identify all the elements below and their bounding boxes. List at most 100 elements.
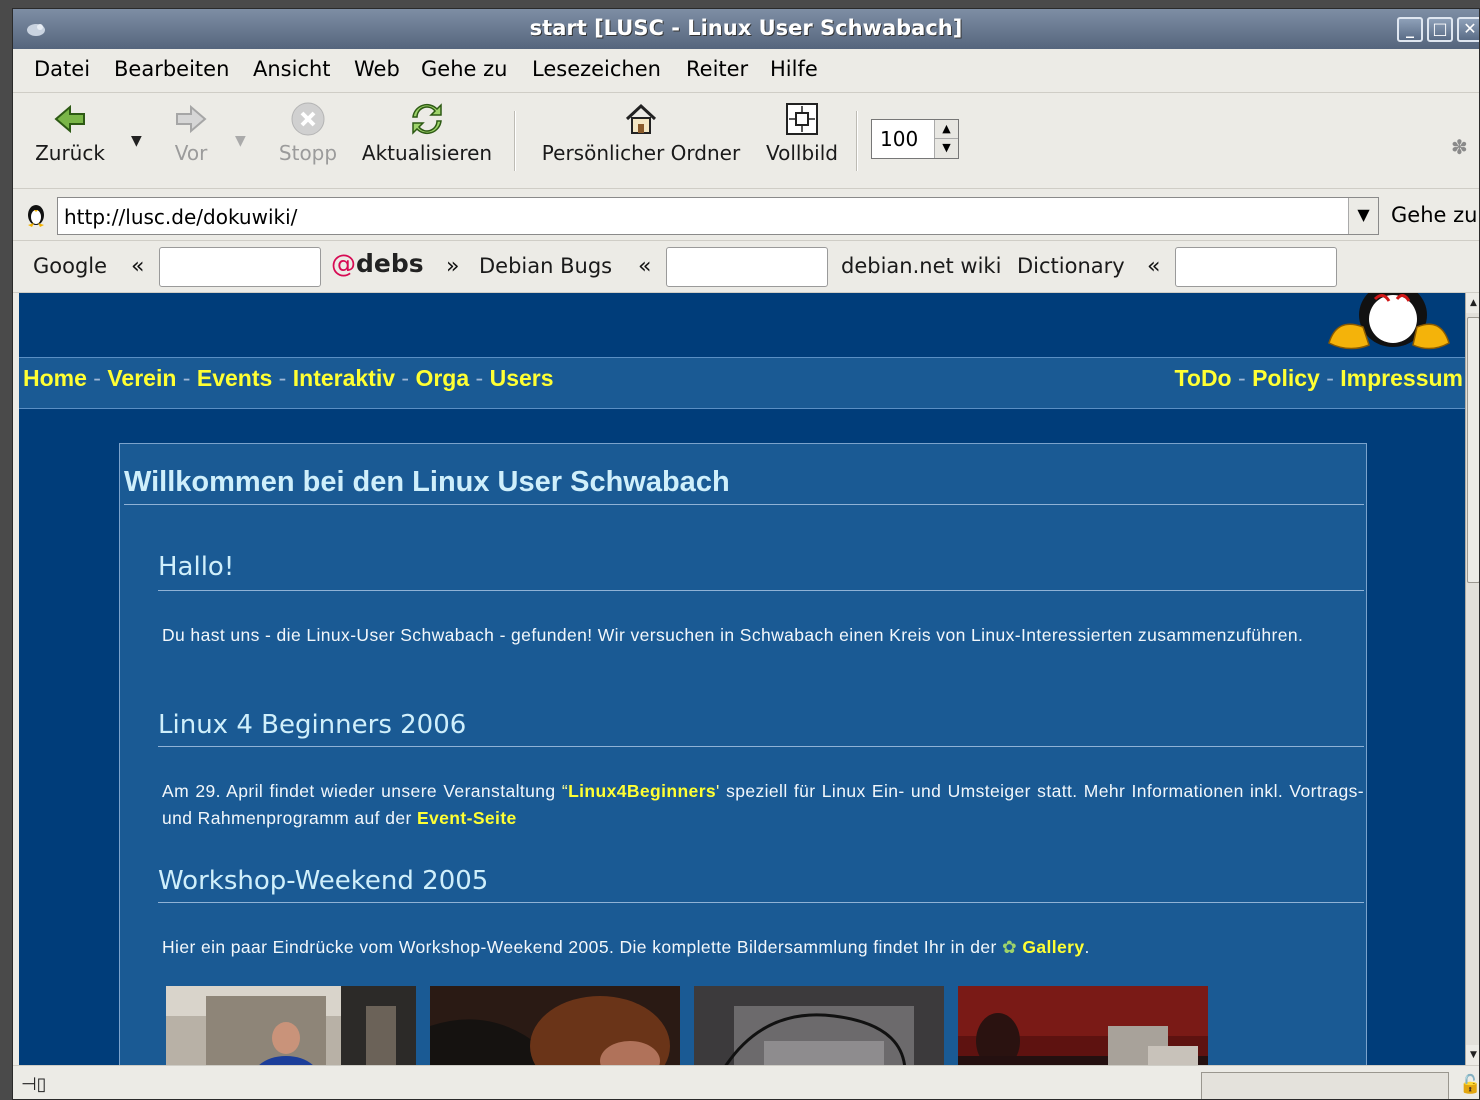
menu-web[interactable]: Web <box>354 57 400 81</box>
nav-separator: - <box>469 365 490 391</box>
url-history-chevron-icon[interactable]: ▼ <box>1348 198 1378 234</box>
event-seite-link[interactable]: Event-Seite <box>417 808 517 828</box>
section-heading-workshop: Workshop-Weekend 2005 <box>158 866 489 896</box>
smart-bookmarks-bar: Google « @debs » Debian Bugs « debian.ne… <box>13 241 1479 293</box>
status-bar: ⊣▯ 🔓 <box>13 1065 1479 1099</box>
scrollbar-thumb[interactable] <box>1467 317 1479 583</box>
section-text-workshop: Hier ein paar Eindrücke vom Workshop-Wee… <box>162 934 1364 961</box>
security-lock-icon[interactable]: 🔓 <box>1459 1074 1479 1095</box>
title-rule <box>124 504 1364 505</box>
menu-gehe-zu[interactable]: Gehe zu <box>421 57 507 81</box>
title-bar[interactable]: start [LUSC - Linux User Schwabach] _ □ … <box>13 9 1479 49</box>
close-button[interactable]: ✕ <box>1457 17 1479 42</box>
zoom-value[interactable]: 100 <box>880 127 918 151</box>
zoom-up-icon[interactable]: ▲ <box>935 120 958 139</box>
menu-bearbeiten[interactable]: Bearbeiten <box>114 57 229 81</box>
fullscreen-button[interactable]: Vollbild <box>761 101 843 165</box>
nav-link-impressum[interactable]: Impressum <box>1340 365 1463 391</box>
debs-close-chevron: » <box>446 254 460 279</box>
menu-ansicht[interactable]: Ansicht <box>253 57 331 81</box>
reload-button[interactable]: Aktualisieren <box>357 101 497 165</box>
maximize-button[interactable]: □ <box>1427 17 1453 42</box>
forward-arrow-icon <box>176 104 207 134</box>
debs-label: debs <box>356 249 424 278</box>
workshop-photo-image <box>694 986 944 1065</box>
menu-datei[interactable]: Datei <box>34 57 90 81</box>
back-history-chevron-icon[interactable]: ▼ <box>131 133 142 149</box>
section-heading-hallo: Hallo! <box>158 552 235 582</box>
zoom-down-icon[interactable]: ▼ <box>935 139 958 158</box>
url-input[interactable]: http://lusc.de/dokuwiki/ ▼ <box>57 197 1379 235</box>
nav-link-events[interactable]: Events <box>197 365 272 391</box>
nav-link-verein[interactable]: Verein <box>107 365 176 391</box>
toolbar-separator <box>856 111 858 171</box>
stop-button[interactable]: Stopp <box>275 101 341 165</box>
text-fragment: Hier ein paar Eindrücke vom Workshop-Wee… <box>162 937 1003 957</box>
back-label: Zurück <box>35 141 105 165</box>
url-text[interactable]: http://lusc.de/dokuwiki/ <box>64 205 297 229</box>
nav-link-interaktiv[interactable]: Interaktiv <box>293 365 395 391</box>
menu-hilfe[interactable]: Hilfe <box>770 57 818 81</box>
vertical-scrollbar[interactable]: ▲ ▼ <box>1465 293 1479 1065</box>
browser-window: start [LUSC - Linux User Schwabach] _ □ … <box>12 8 1480 1100</box>
forward-history-chevron-icon[interactable]: ▼ <box>235 133 246 149</box>
debian-bugs-search-input[interactable] <box>666 247 828 287</box>
page-title: Willkommen bei den Linux User Schwabach <box>124 466 730 498</box>
workshop-photo[interactable] <box>694 986 944 1065</box>
nav-separator: - <box>272 365 293 391</box>
dictionary-label: Dictionary <box>1017 254 1125 278</box>
nav-link-orga[interactable]: Orga <box>415 365 469 391</box>
offline-status-icon[interactable]: ⊣▯ <box>21 1074 47 1095</box>
text-fragment: Am 29. April findet wieder unsere Verans… <box>162 781 562 801</box>
workshop-photo[interactable] <box>958 986 1208 1065</box>
nav-separator: - <box>86 365 108 391</box>
site-header <box>19 293 1465 357</box>
google-search-input[interactable] <box>159 247 321 287</box>
menu-reiter[interactable]: Reiter <box>686 57 748 81</box>
zoom-spinbox[interactable]: 100 ▲ ▼ <box>871 119 959 159</box>
home-button[interactable]: Persönlicher Ordner <box>533 101 749 165</box>
text-fragment: . <box>1084 937 1090 957</box>
reload-label: Aktualisieren <box>361 141 493 165</box>
google-label: Google <box>33 254 108 278</box>
location-bar: http://lusc.de/dokuwiki/ ▼ Gehe zu <box>13 189 1479 241</box>
gallery-link-icon: ✿ <box>1002 937 1023 957</box>
home-label: Persönlicher Ordner <box>541 141 741 165</box>
web-content[interactable]: Home - Verein - Events - Interaktiv - Or… <box>19 293 1465 1065</box>
gallery-link[interactable]: Gallery <box>1022 937 1084 957</box>
dictionary-search-input[interactable] <box>1175 247 1337 287</box>
throbber-icon: ✽ <box>1451 135 1468 159</box>
lusc-penguin-logo <box>1328 293 1450 350</box>
nav-link-policy[interactable]: Policy <box>1252 365 1320 391</box>
nav-separator: - <box>1319 365 1341 391</box>
menu-lesezeichen[interactable]: Lesezeichen <box>532 57 661 81</box>
zoom-stepper[interactable]: ▲ ▼ <box>934 120 958 158</box>
window-title: start [LUSC - Linux User Schwabach] <box>529 16 963 40</box>
reload-icon <box>412 103 442 135</box>
section-heading-linux4beginners: Linux 4 Beginners 2006 <box>158 710 467 740</box>
go-button[interactable]: Gehe zu <box>1391 203 1477 227</box>
workshop-photo[interactable] <box>166 986 416 1065</box>
debs-logo: @debs <box>331 249 424 278</box>
debian-swirl-icon: @ <box>331 249 356 278</box>
site-nav: Home - Verein - Events - Interaktiv - Or… <box>19 357 1465 409</box>
linux4beginners-link[interactable]: Linux4Beginners <box>568 781 716 801</box>
debian-wiki-label: debian.net wiki <box>841 254 1002 278</box>
nav-link-home[interactable]: Home <box>23 365 87 391</box>
section-text-hallo: Du hast uns - die Linux-User Schwabach -… <box>162 625 1304 645</box>
toolbar-separator <box>514 111 516 171</box>
navigation-toolbar: Zurück ▼ Vor ▼ Stopp Aktualisieren Persö… <box>13 93 1479 189</box>
back-button[interactable]: Zurück <box>31 101 109 165</box>
nav-left: Home - Verein - Events - Interaktiv - Or… <box>23 365 554 392</box>
scroll-down-icon[interactable]: ▼ <box>1466 1045 1479 1065</box>
workshop-photo[interactable] <box>430 986 680 1065</box>
debian-bugs-open-chevron: « <box>638 254 652 279</box>
load-progress-bar <box>1201 1072 1449 1099</box>
forward-button[interactable]: Vor <box>163 101 219 165</box>
minimize-button[interactable]: _ <box>1397 17 1423 42</box>
nav-link-users[interactable]: Users <box>490 365 554 391</box>
nav-link-todo[interactable]: ToDo <box>1175 365 1232 391</box>
page-content: Willkommen bei den Linux User Schwabach … <box>119 443 1367 1065</box>
stop-icon <box>291 102 325 136</box>
scroll-up-icon[interactable]: ▲ <box>1466 293 1479 313</box>
